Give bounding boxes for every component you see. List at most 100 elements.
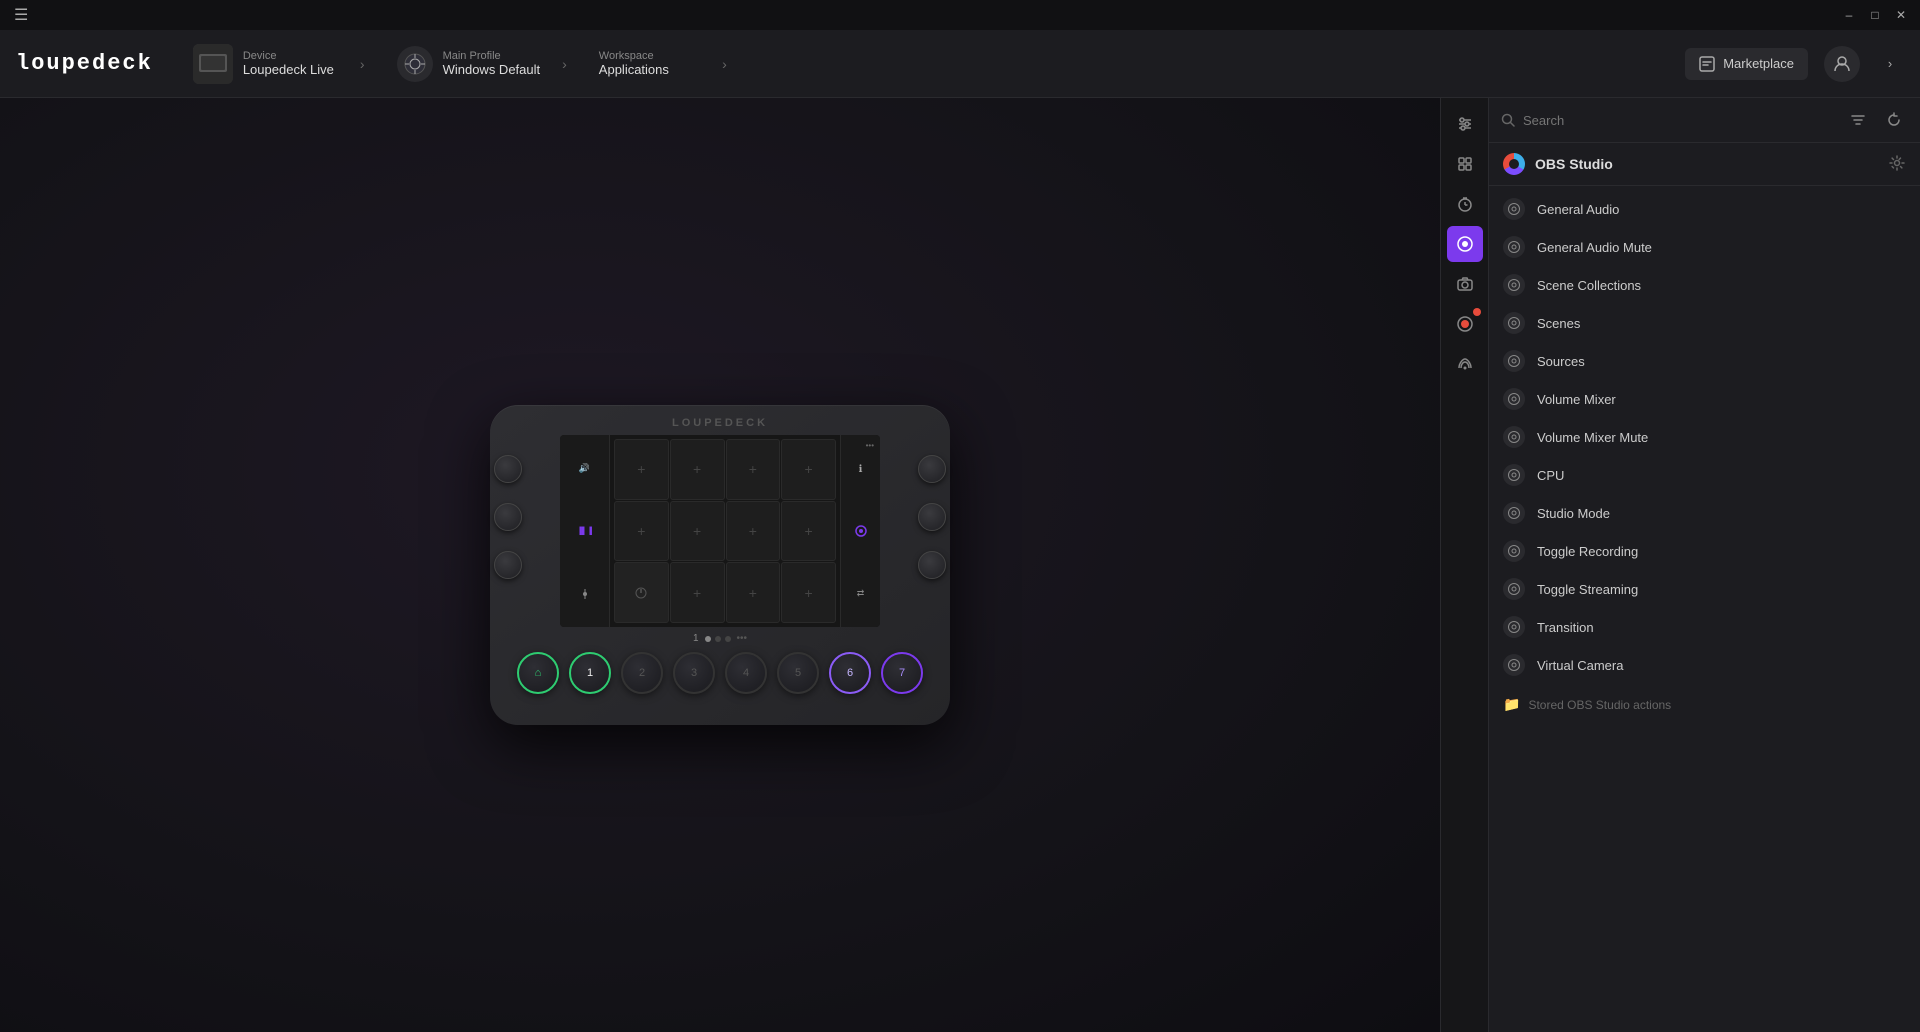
minimize-button[interactable]: – <box>1838 4 1860 26</box>
sidebar-icon-plugin[interactable] <box>1447 146 1483 182</box>
grid-cell-11[interactable]: + <box>726 562 781 623</box>
action-cpu[interactable]: CPU <box>1489 456 1920 494</box>
action-volume-mixer-mute[interactable]: Volume Mixer Mute <box>1489 418 1920 456</box>
actions-list: General Audio General Audio Mute <box>1489 186 1920 1032</box>
grid-cell-9[interactable] <box>614 562 669 623</box>
right-control-2[interactable] <box>845 501 876 561</box>
action-general-audio[interactable]: General Audio <box>1489 190 1920 228</box>
device-screen: 🔊 ▐▌▐ + + + + + <box>560 435 880 627</box>
marketplace-label: Marketplace <box>1723 56 1794 71</box>
device-thumbnail <box>193 44 233 84</box>
user-icon <box>1833 55 1851 73</box>
right-control-1[interactable]: ℹ ••• <box>845 439 876 499</box>
workspace-value: Applications <box>599 62 669 77</box>
action-scenes[interactable]: Scenes <box>1489 304 1920 342</box>
grid-cell-5[interactable]: + <box>614 501 669 562</box>
right-panel: OBS Studio Gene <box>1440 98 1920 1032</box>
action-label-sources: Sources <box>1537 354 1585 369</box>
grid-cell-3[interactable]: + <box>726 439 781 500</box>
knob-mid-left[interactable] <box>494 503 522 531</box>
plugin-settings-button[interactable] <box>1888 154 1906 175</box>
audio-control-2[interactable]: ▐▌▐ <box>564 500 605 563</box>
page-dot-2 <box>715 636 721 642</box>
sidebar-icon-camera[interactable] <box>1447 266 1483 302</box>
icon-sidebar <box>1441 98 1489 1032</box>
sidebar-icon-sliders[interactable] <box>1447 106 1483 142</box>
stored-section-header: 📁 Stored OBS Studio actions <box>1489 684 1920 719</box>
action-general-audio-mute[interactable]: General Audio Mute <box>1489 228 1920 266</box>
grid-cell-6[interactable]: + <box>670 501 725 562</box>
close-button[interactable]: ✕ <box>1890 4 1912 26</box>
grid-cell-10[interactable]: + <box>670 562 725 623</box>
action-transition[interactable]: Transition <box>1489 608 1920 646</box>
nav-item-profile[interactable]: Main Profile Windows Default › <box>381 38 583 90</box>
action-icon-scene-collections <box>1503 274 1525 296</box>
action-icon-virtual-camera <box>1503 654 1525 676</box>
button-2[interactable]: 2 <box>621 652 663 694</box>
knob-mid-right[interactable] <box>918 503 946 531</box>
grid-cell-2[interactable]: + <box>670 439 725 500</box>
profile-value: Windows Default <box>443 62 541 77</box>
record-badge <box>1473 308 1481 316</box>
button-6[interactable]: 6 <box>829 652 871 694</box>
action-sources[interactable]: Sources <box>1489 342 1920 380</box>
knob-top-left[interactable] <box>494 455 522 483</box>
search-icon <box>1501 113 1515 127</box>
filter-button[interactable] <box>1844 106 1872 134</box>
content-panel: OBS Studio Gene <box>1489 98 1920 1032</box>
button-5[interactable]: 5 <box>777 652 819 694</box>
knob-top-right[interactable] <box>918 455 946 483</box>
marketplace-button[interactable]: Marketplace <box>1685 48 1808 80</box>
action-volume-mixer[interactable]: Volume Mixer <box>1489 380 1920 418</box>
action-toggle-streaming[interactable]: Toggle Streaming <box>1489 570 1920 608</box>
action-virtual-camera[interactable]: Virtual Camera <box>1489 646 1920 684</box>
profile-icon <box>397 46 433 82</box>
action-scene-collections[interactable]: Scene Collections <box>1489 266 1920 304</box>
audio-control-1[interactable]: 🔊 <box>564 439 605 498</box>
sidebar-icon-record[interactable] <box>1447 306 1483 342</box>
profile-label: Main Profile <box>443 50 541 62</box>
left-knobs <box>494 455 522 579</box>
button-4[interactable]: 4 <box>725 652 767 694</box>
grid-cell-12[interactable]: + <box>781 562 836 623</box>
screen-grid: + + + + + + + + + + + <box>610 435 840 627</box>
right-control-3[interactable]: ⇄ <box>845 563 876 623</box>
obs-logo-icon <box>1503 153 1525 175</box>
nav-item-workspace[interactable]: Workspace Applications › <box>583 42 743 85</box>
grid-cell-1[interactable]: + <box>614 439 669 500</box>
knob-bot-left[interactable] <box>494 551 522 579</box>
action-icon-toggle-streaming <box>1503 578 1525 600</box>
sidebar-icon-stream[interactable] <box>1447 346 1483 382</box>
grid-cell-8[interactable]: + <box>781 501 836 562</box>
sidebar-icon-active[interactable] <box>1447 226 1483 262</box>
knob-bot-right[interactable] <box>918 551 946 579</box>
button-7[interactable]: 7 <box>881 652 923 694</box>
action-label-toggle-streaming: Toggle Streaming <box>1537 582 1638 597</box>
audio-control-3[interactable] <box>564 564 605 623</box>
action-toggle-recording[interactable]: Toggle Recording <box>1489 532 1920 570</box>
page-num: 1 <box>693 633 699 644</box>
device-label: Device <box>243 50 338 62</box>
action-label-toggle-recording: Toggle Recording <box>1537 544 1638 559</box>
button-home[interactable]: ⌂ <box>517 652 559 694</box>
refresh-button[interactable] <box>1880 106 1908 134</box>
hamburger-menu[interactable]: ☰ <box>8 1 34 29</box>
grid-cell-4[interactable]: + <box>781 439 836 500</box>
sidebar-icon-timer[interactable] <box>1447 186 1483 222</box>
action-studio-mode[interactable]: Studio Mode <box>1489 494 1920 532</box>
canvas-area: LOUPEDECK 🔊 ▐▌▐ <box>0 98 1440 1032</box>
plugin-name: OBS Studio <box>1535 156 1613 172</box>
expand-button[interactable]: › <box>1876 50 1904 78</box>
button-1[interactable]: 1 <box>569 652 611 694</box>
grid-cell-7[interactable]: + <box>726 501 781 562</box>
search-input[interactable] <box>1523 113 1836 128</box>
button-3[interactable]: 3 <box>673 652 715 694</box>
action-icon-scenes <box>1503 312 1525 334</box>
screen-right-strip: ℹ ••• ⇄ <box>840 435 880 627</box>
page-dot-3 <box>725 636 731 642</box>
user-button[interactable] <box>1824 46 1860 82</box>
action-label-volume-mixer: Volume Mixer <box>1537 392 1616 407</box>
plugin-header: OBS Studio <box>1489 143 1920 186</box>
nav-item-device[interactable]: Device Loupedeck Live › <box>177 36 381 92</box>
maximize-button[interactable]: □ <box>1864 4 1886 26</box>
